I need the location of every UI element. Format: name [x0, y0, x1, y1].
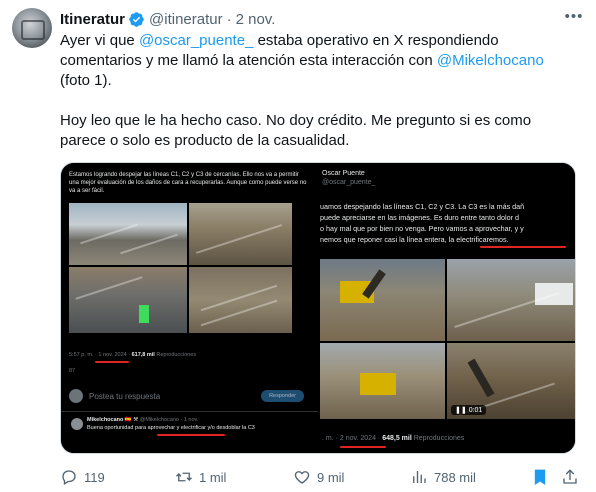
embedded-reply-count: 87: [69, 368, 76, 374]
red-underline: [157, 434, 225, 436]
views-count: 788 mil: [434, 469, 476, 485]
media-image-2[interactable]: Oscar Puente @oscar_puente_ uamos despej…: [320, 163, 575, 453]
tweet-line: (foto 1).: [60, 72, 112, 89]
tweet-text-segment: estaba operativo en X respondiendo: [253, 32, 499, 49]
embedded-tweet-stats: 87: [69, 368, 304, 374]
meta-views: 648,5 mil: [382, 435, 412, 442]
tweet-text-segment: Ayer vi que: [60, 32, 139, 49]
embedded-text-line: o hay mal que por bien no venga. Pero va…: [320, 224, 524, 233]
author-handle[interactable]: @itineratur: [149, 11, 223, 28]
embedded-photo: [189, 267, 292, 333]
embedded-text-highlight: la electrificaremos: [448, 235, 507, 244]
embedded-tweet-meta: . m. · 2 nov. 2024 · 648,5 mil Reproducc…: [322, 435, 465, 442]
reply-button[interactable]: 119: [60, 466, 105, 488]
embedded-photo: [320, 259, 445, 341]
mention-link[interactable]: @Mikelchocano: [437, 52, 544, 69]
embedded-photo: [320, 343, 445, 419]
avatar: [69, 389, 83, 403]
reply-count: 119: [84, 469, 105, 485]
tweet-body: Ayer vi que @oscar_puente_ estaba operat…: [60, 31, 580, 151]
tweet-header: Itineratur @itineratur · 2 nov. •••: [60, 9, 584, 29]
tweet-line: Ayer vi que @oscar_puente_ estaba operat…: [60, 31, 580, 51]
embedded-text-segment: nemos que reponer casi la línea entera,: [320, 235, 449, 244]
verified-icon: [129, 11, 144, 27]
reply-placeholder: Postea tu respuesta: [89, 391, 161, 401]
tweet-line: parece o solo es producto de la casualid…: [60, 132, 350, 149]
tweet-date[interactable]: 2 nov.: [236, 11, 276, 28]
embedded-tweet-text: Estamos logrando despejar las líneas C1,…: [69, 172, 307, 194]
mention-link[interactable]: @oscar_puente_: [139, 32, 253, 49]
video-time: 0:01: [468, 407, 483, 414]
like-count: 9 mil: [317, 469, 345, 485]
red-underline: [95, 361, 129, 363]
embedded-photo-grid: ❚❚ 0:01: [320, 259, 575, 419]
divider: [61, 411, 318, 412]
embedded-author-handle: @oscar_puente_: [322, 179, 376, 186]
like-icon: [294, 471, 310, 484]
embedded-photo: [447, 259, 575, 341]
meta-time: 5:57 p. m. ·: [69, 352, 99, 358]
reply-icon: [62, 470, 76, 485]
tweet-text-segment: comentarios y me llamó la atención esta …: [60, 52, 437, 69]
views-button[interactable]: 788 mil: [410, 466, 476, 488]
video-play-badge: ❚❚ 0:01: [451, 405, 487, 415]
share-button[interactable]: [561, 466, 585, 488]
embedded-text-segment: .: [506, 235, 509, 244]
retweet-count: 1 mil: [199, 469, 227, 485]
meta-views-label: Reproducciones: [154, 352, 197, 358]
meta-views: 617,8 mil: [131, 352, 155, 358]
retweet-button[interactable]: 1 mil: [175, 466, 226, 488]
tweet-line: Hoy leo que le ha hecho caso. No doy cré…: [60, 112, 532, 129]
author-name[interactable]: Itineratur: [60, 11, 125, 28]
embedded-reply-tweet: Mikelchocano 🇪🇸 ⚒ @Mikelchocano · 1 nov.…: [71, 416, 306, 432]
like-button[interactable]: 9 mil: [293, 466, 344, 488]
embedded-tweet-text: uamos despejando las líneas C1, C2 y C3.…: [320, 201, 575, 245]
embedded-text-line: nemos que reponer casi la línea entera, …: [320, 234, 575, 245]
reply-flags: 🇪🇸 ⚒: [124, 417, 139, 423]
reply-handle: @Mikelchocano · 1 nov.: [139, 417, 199, 423]
reply-author: Mikelchocano: [87, 417, 124, 423]
tweet-actions: 119 1 mil 9 mil 788 mil: [60, 466, 580, 488]
embedded-reply-bar: Postea tu respuesta Responder: [69, 385, 304, 407]
media-image-1[interactable]: Estamos logrando despejar las líneas C1,…: [61, 163, 318, 453]
meta-views-label: Reproducciones: [411, 435, 465, 442]
meta-time: . m. ·: [322, 435, 340, 442]
retweet-icon: [176, 472, 192, 482]
embedded-text-line: uamos despejando las líneas C1, C2 y C3.…: [320, 202, 525, 211]
more-icon[interactable]: •••: [564, 9, 584, 29]
bookmark-button[interactable]: [531, 466, 555, 488]
tweet-media[interactable]: Estamos logrando despejar las líneas C1,…: [60, 162, 576, 454]
embedded-tweet-meta: 5:57 p. m. · 1 nov. 2024 · 617,8 mil Rep…: [69, 352, 197, 358]
meta-date: 1 nov. 2024: [98, 352, 127, 358]
embedded-photo: [69, 267, 187, 333]
red-underline: [480, 246, 566, 248]
red-underline: [340, 446, 386, 448]
share-icon: [563, 469, 577, 484]
reply-text: y/o desdoblar la C3: [205, 425, 255, 431]
embedded-text-line: puede apreciarse en las imágenes. Es dur…: [320, 213, 519, 222]
reply-text-highlight: aprovechar y electrificar: [147, 425, 206, 431]
meta-date: 2 nov. 2024: [339, 435, 376, 442]
tweet-line: comentarios y me llamó la atención esta …: [60, 51, 580, 71]
bookmark-icon: [534, 469, 546, 486]
embedded-photo: [69, 203, 187, 265]
views-icon: [413, 471, 426, 483]
header-separator: ·: [226, 10, 232, 28]
embedded-tweet-author: Oscar Puente @oscar_puente_: [320, 169, 575, 195]
reply-button: Responder: [261, 390, 304, 402]
avatar: [71, 418, 83, 430]
embedded-author-name: Oscar Puente: [322, 170, 365, 177]
embedded-photo: [189, 203, 292, 265]
author-avatar[interactable]: [12, 8, 52, 48]
reply-text: Buena oportunidad para: [87, 425, 148, 431]
